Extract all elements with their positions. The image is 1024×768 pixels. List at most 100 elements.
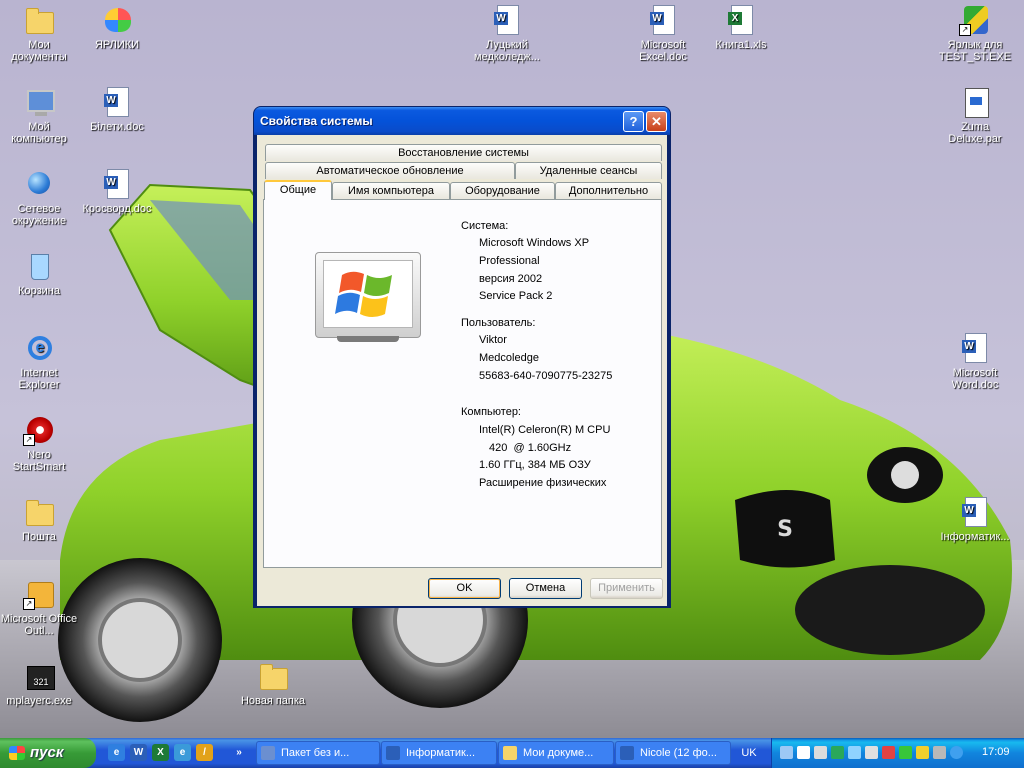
desktop-icon-network[interactable]: Сетевое окружение bbox=[0, 168, 78, 227]
desktop-icon-mail-folder[interactable]: Пошта bbox=[0, 496, 78, 543]
tray-yellow-icon[interactable] bbox=[916, 746, 929, 759]
word-doc-icon: W bbox=[101, 86, 133, 118]
pae-info: Расширение физических bbox=[479, 477, 607, 489]
quicklaunch-ie-icon[interactable]: e bbox=[108, 744, 125, 761]
tray-update-icon[interactable] bbox=[848, 746, 861, 759]
desktop-icon-word-doc[interactable]: W Microsoft Word.doc bbox=[936, 332, 1014, 391]
app-icon bbox=[261, 746, 275, 760]
desktop-icon-recycle-bin[interactable]: Корзина bbox=[0, 250, 78, 297]
system-os-version: версия 2002 bbox=[479, 273, 543, 285]
help-button[interactable]: ? bbox=[623, 111, 644, 132]
desktop-icon-zuma[interactable]: Zuma Deluxe.par bbox=[936, 86, 1014, 145]
tab-general[interactable]: Общие bbox=[264, 180, 332, 200]
tray-security-icon[interactable] bbox=[797, 746, 810, 759]
desktop-icon-my-documents[interactable]: Мои документы bbox=[0, 4, 78, 63]
taskbar-app-nicole[interactable]: Nicole (12 фо... bbox=[615, 741, 731, 765]
ok-button[interactable]: OK bbox=[428, 578, 501, 599]
media-player-icon: 321 bbox=[23, 660, 55, 692]
tray-settings-icon[interactable] bbox=[933, 746, 946, 759]
apply-button[interactable]: Применить bbox=[590, 578, 663, 599]
clock[interactable]: 17:09 bbox=[982, 746, 1010, 758]
desktop-icon-nero[interactable]: ↗ Nero StartSmart bbox=[0, 414, 78, 473]
tray-network-icon[interactable] bbox=[780, 746, 793, 759]
language-indicator[interactable]: UK bbox=[738, 741, 760, 765]
cpu-model: Intel(R) Celeron(R) M CPU bbox=[479, 424, 611, 436]
tray-globe-icon[interactable] bbox=[950, 746, 963, 759]
word-doc-icon: W bbox=[959, 332, 991, 364]
system-os-name: Microsoft Windows XP bbox=[479, 237, 590, 249]
word-doc-icon: W bbox=[959, 496, 991, 528]
taskbar-app-package[interactable]: Пакет без и... bbox=[256, 741, 380, 765]
quicklaunch-excel-icon[interactable]: X bbox=[152, 744, 169, 761]
my-computer-icon bbox=[23, 86, 55, 118]
internet-explorer-icon: e bbox=[23, 332, 55, 364]
my-documents-icon bbox=[23, 4, 55, 36]
cancel-button[interactable]: Отмена bbox=[509, 578, 582, 599]
folder-icon bbox=[503, 746, 517, 760]
general-tab-panel: Система: Microsoft Windows XP Profession… bbox=[263, 199, 662, 568]
outlook-icon: ↗ bbox=[23, 578, 55, 610]
svg-text:S: S bbox=[777, 517, 793, 542]
windows-flag-icon bbox=[9, 746, 25, 760]
desktop-icon-tickets-doc[interactable]: W Білети.doc bbox=[78, 86, 156, 133]
memory-info: 1.60 ГГц, 384 МБ ОЗУ bbox=[479, 459, 591, 471]
tab-automatic-updates[interactable]: Автоматическое обновление bbox=[265, 162, 515, 179]
quicklaunch-network-icon[interactable]: e bbox=[174, 744, 191, 761]
computer-label: Компьютер: bbox=[461, 406, 521, 418]
word-doc-icon bbox=[386, 746, 400, 760]
word-doc-icon: W bbox=[647, 4, 679, 36]
dialog-titlebar[interactable]: Свойства системы ? ✕ bbox=[254, 107, 670, 135]
tray-speaker-icon[interactable] bbox=[882, 746, 895, 759]
tab-advanced[interactable]: Дополнительно bbox=[555, 182, 662, 199]
desktop-icon-my-computer[interactable]: Мой компьютер bbox=[0, 86, 78, 145]
tray-printer-icon[interactable] bbox=[814, 746, 827, 759]
folder-icon bbox=[257, 660, 289, 692]
tab-computer-name[interactable]: Имя компьютера bbox=[332, 182, 450, 199]
desktop-icon-test-exe[interactable]: ↗ Ярлык для TEST_ST.EXE bbox=[936, 4, 1014, 63]
user-label: Пользователь: bbox=[461, 317, 536, 329]
desktop-icon-internet-explorer[interactable]: e Internet Explorer bbox=[0, 332, 78, 391]
desktop-icon-new-folder[interactable]: Новая папка bbox=[234, 660, 312, 707]
tray-green-icon[interactable] bbox=[899, 746, 912, 759]
word-doc-icon: W bbox=[101, 168, 133, 200]
recycle-bin-icon bbox=[23, 250, 55, 282]
test-exe-icon: ↗ bbox=[959, 4, 991, 36]
taskbar-app-informatics[interactable]: Інформатик... bbox=[381, 741, 497, 765]
desktop-icon-shortcuts[interactable]: ЯРЛИКИ bbox=[78, 4, 156, 51]
system-properties-dialog: Свойства системы ? ✕ Восстановление сист… bbox=[253, 106, 671, 608]
desktop-icon-lutsk-doc[interactable]: W Луцький медколедж... bbox=[468, 4, 546, 63]
tab-hardware[interactable]: Оборудование bbox=[450, 182, 555, 199]
quicklaunch-tool-icon[interactable]: / bbox=[196, 744, 213, 761]
tab-remote-sessions[interactable]: Удаленные сеансы bbox=[515, 162, 662, 179]
windows-flag-icon bbox=[335, 271, 392, 317]
tray-device-icon[interactable] bbox=[831, 746, 844, 759]
taskbar-app-my-documents[interactable]: Мои докуме... bbox=[498, 741, 614, 765]
close-button[interactable]: ✕ bbox=[646, 111, 667, 132]
folder-icon bbox=[23, 496, 55, 528]
dialog-client-area: Восстановление системы Автоматическое об… bbox=[257, 135, 667, 606]
quicklaunch-overflow-icon[interactable]: » bbox=[233, 744, 245, 761]
system-label: Система: bbox=[461, 220, 509, 232]
desktop-icon-informatics[interactable]: W Інформатик... bbox=[936, 496, 1014, 543]
desktop-icon-excel-doc[interactable]: W Microsoft Excel.doc bbox=[624, 4, 702, 63]
nero-icon: ↗ bbox=[23, 414, 55, 446]
desktop-icon-crossword-doc[interactable]: W Кросворд.doc bbox=[78, 168, 156, 215]
cpu-speed: 420 @ 1.60GHz bbox=[489, 442, 572, 454]
word-doc-icon bbox=[620, 746, 634, 760]
network-icon bbox=[23, 168, 55, 200]
tray-audio-icon[interactable] bbox=[865, 746, 878, 759]
user-name: Viktor bbox=[479, 334, 507, 346]
desktop-icon-outlook[interactable]: ↗ Microsoft Office Outl... bbox=[0, 578, 78, 637]
start-button[interactable]: пуск bbox=[0, 738, 96, 768]
system-service-pack: Service Pack 2 bbox=[479, 290, 553, 302]
windows-logo-monitor-icon bbox=[315, 252, 421, 342]
zuma-icon bbox=[959, 86, 991, 118]
tab-system-restore[interactable]: Восстановление системы bbox=[265, 144, 662, 161]
desktop-icon-book1-xls[interactable]: X Книга1.xls bbox=[702, 4, 780, 51]
dialog-title: Свойства системы bbox=[260, 114, 373, 128]
desktop-icon-mplayerc[interactable]: 321 mplayerc.exe bbox=[0, 660, 78, 707]
butterfly-icon bbox=[101, 4, 133, 36]
product-id: 55683-640-7090775-23275 bbox=[479, 370, 613, 382]
quicklaunch-word-icon[interactable]: W bbox=[130, 744, 147, 761]
excel-doc-icon: X bbox=[725, 4, 757, 36]
